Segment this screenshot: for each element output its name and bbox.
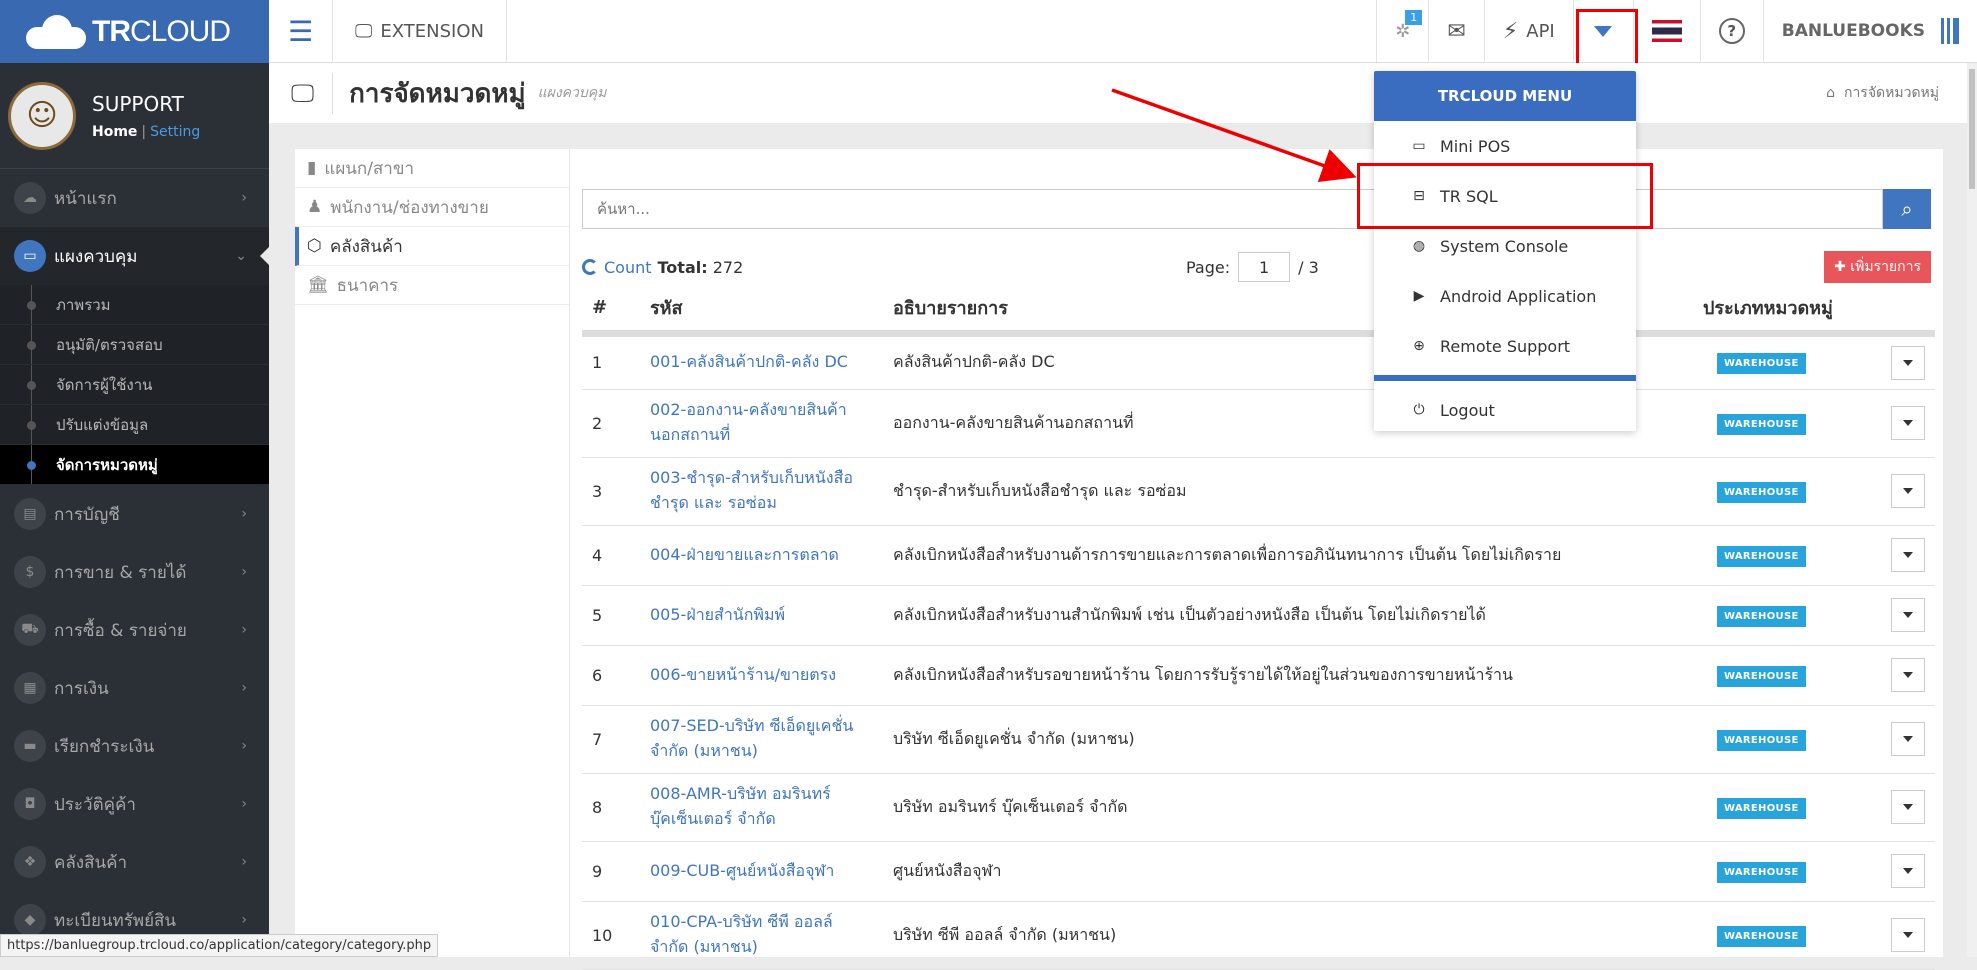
status-url: https://banluegroup.trcloud.co/applicati… [0, 934, 438, 957]
annotation-arrow [0, 0, 1977, 957]
scrollbar-thumb[interactable] [1969, 69, 1975, 189]
page-scrollbar[interactable] [1967, 63, 1977, 957]
